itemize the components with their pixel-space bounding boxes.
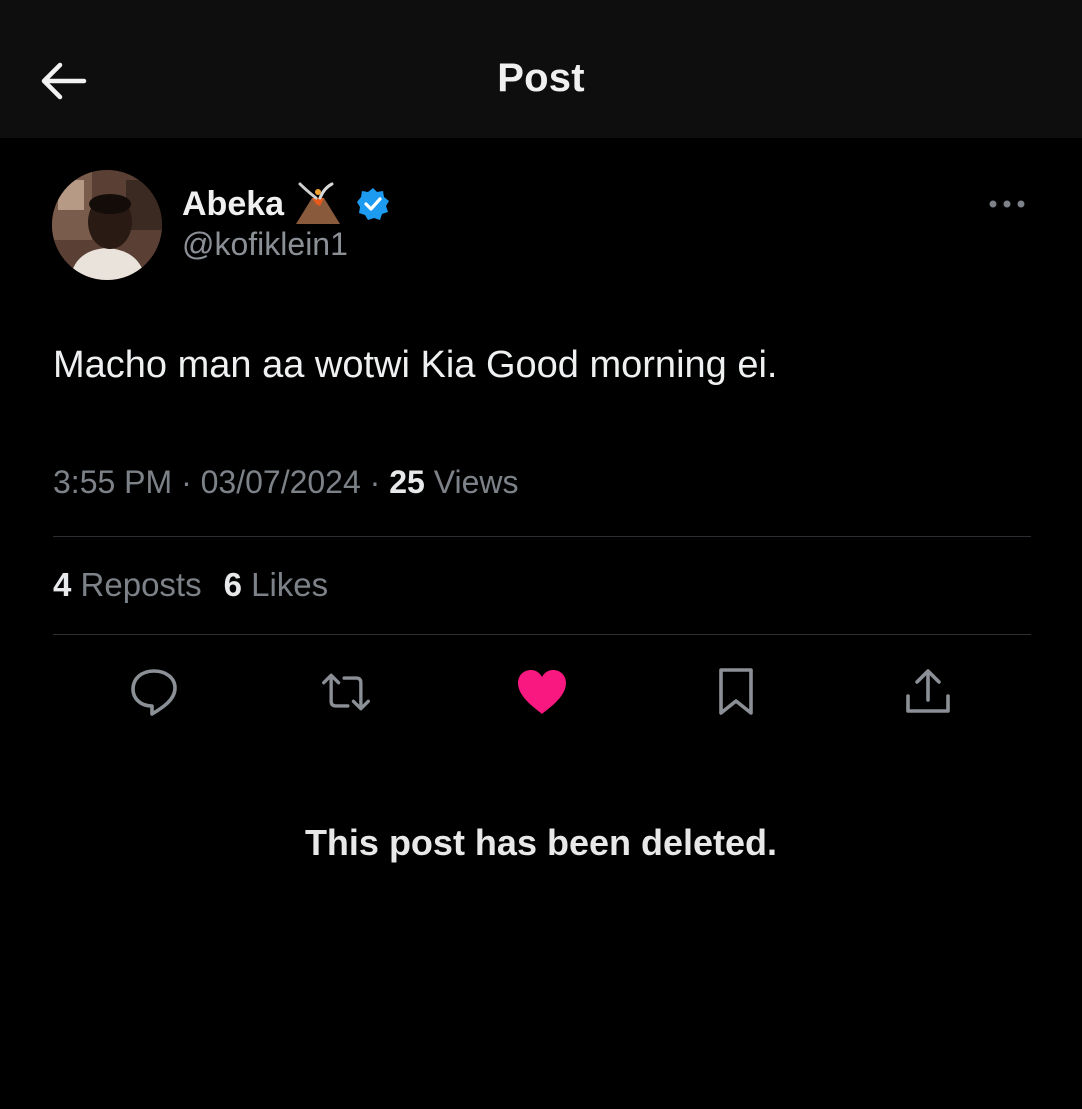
views-label: Views (433, 464, 519, 500)
post-date: 03/07/2024 (200, 464, 361, 500)
share-button[interactable] (902, 666, 954, 718)
bookmark-icon (719, 668, 753, 715)
reposts-count: 4 (53, 566, 72, 603)
avatar-photo (52, 170, 162, 280)
views-count: 25 (389, 464, 425, 500)
more-options-button[interactable] (984, 190, 1030, 218)
engagement-stats: 4 Reposts 6 Likes (53, 566, 350, 604)
top-bar: Post (0, 0, 1082, 138)
volcano-icon (296, 182, 341, 224)
likes-count: 6 (223, 566, 242, 603)
post-time: 3:55 PM (53, 464, 173, 500)
deleted-notice: This post has been deleted. (304, 822, 778, 863)
reposts-label: Reposts (80, 566, 202, 603)
post-meta: 3:55 PM · 03/07/2024 · 25 Views (53, 464, 518, 501)
verified-badge-icon (357, 188, 390, 220)
likes-label: Likes (251, 566, 329, 603)
share-icon (906, 669, 950, 713)
more-horizontal-icon (989, 200, 1025, 208)
reposts-stat[interactable]: 4 Reposts (53, 566, 202, 604)
display-name[interactable]: Abeka (182, 185, 284, 224)
heart-icon (518, 670, 566, 714)
likes-stat[interactable]: 6 Likes (224, 566, 329, 604)
divider (53, 634, 1031, 635)
author-handle[interactable]: @kofiklein1 (182, 226, 348, 263)
post-text: Macho man aa wotwi Kia Good morning ei. (53, 344, 778, 386)
meta-separator: · (181, 464, 192, 500)
avatar[interactable] (52, 170, 162, 280)
meta-separator: · (369, 464, 381, 500)
bookmark-button[interactable] (710, 666, 762, 718)
page-title: Post (497, 56, 585, 100)
like-button[interactable] (516, 666, 568, 718)
divider (53, 536, 1031, 537)
repost-icon (322, 673, 370, 711)
reply-icon (131, 669, 177, 716)
author-name-row: Abeka (182, 180, 390, 228)
reply-button[interactable] (128, 666, 180, 718)
repost-button[interactable] (320, 666, 372, 718)
